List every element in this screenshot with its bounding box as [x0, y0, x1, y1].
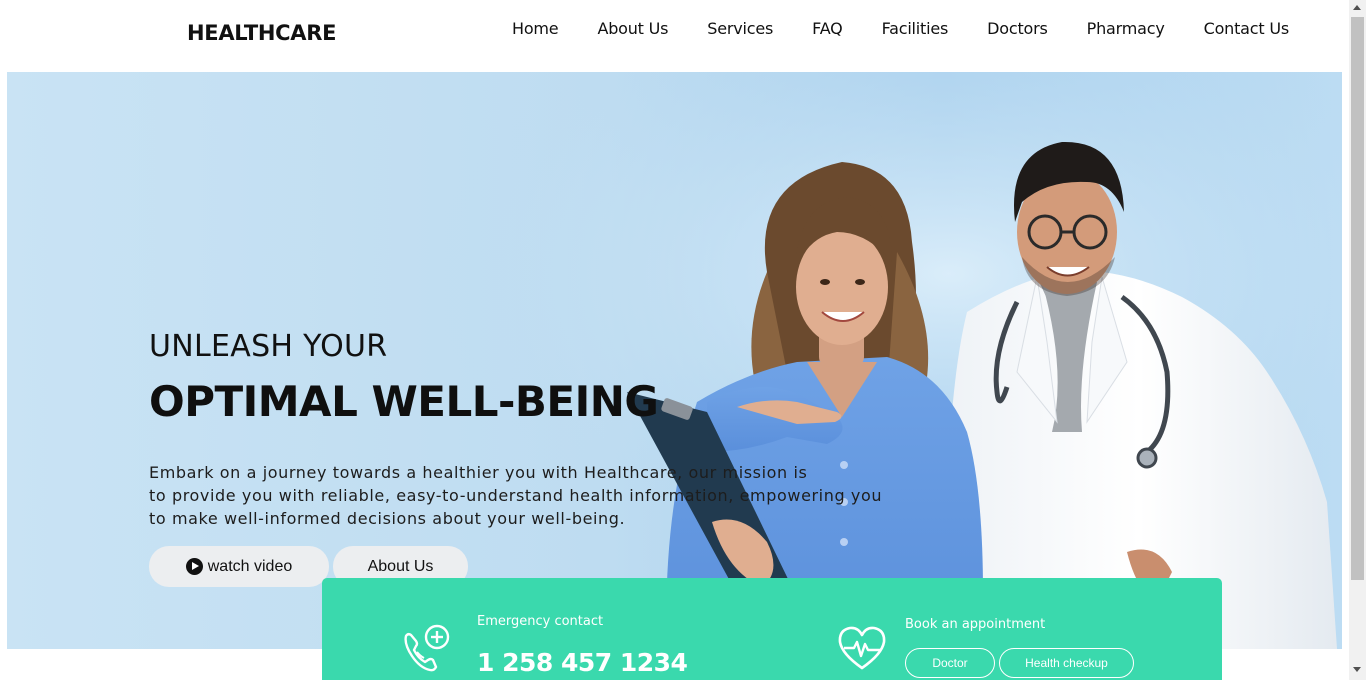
hero-kicker: UNLEASH YOUR [149, 329, 388, 364]
scroll-up-icon[interactable] [1353, 5, 1361, 10]
main-nav: Home About Us Services FAQ Facilities Do… [512, 19, 1289, 38]
site-header: HEALTHCARE Home About Us Services FAQ Fa… [0, 0, 1348, 72]
page-scrollbar[interactable] [1349, 0, 1366, 680]
watch-video-button[interactable]: watch video [149, 546, 329, 587]
nav-faq[interactable]: FAQ [812, 19, 843, 38]
book-health-checkup-button[interactable]: Health checkup [999, 648, 1134, 678]
site-logo[interactable]: HEALTHCARE [187, 21, 336, 45]
hero-description: Embark on a journey towards a healthier … [149, 461, 889, 530]
nav-facilities[interactable]: Facilities [882, 19, 949, 38]
nav-about-us[interactable]: About Us [597, 19, 668, 38]
hero-description-line: to provide you with reliable, easy-to-un… [149, 486, 883, 505]
book-appointment-label: Book an appointment [905, 617, 1046, 632]
page: HEALTHCARE Home About Us Services FAQ Fa… [0, 0, 1366, 680]
scroll-down-icon[interactable] [1353, 667, 1361, 672]
emergency-contact-label: Emergency contact [477, 614, 604, 629]
nav-contact-us[interactable]: Contact Us [1204, 19, 1290, 38]
hero-description-line: to make well-informed decisions about yo… [149, 509, 626, 528]
play-icon [185, 558, 203, 575]
nav-home[interactable]: Home [512, 19, 559, 38]
hero-description-line: Embark on a journey towards a healthier … [149, 463, 808, 482]
nav-pharmacy[interactable]: Pharmacy [1087, 19, 1165, 38]
scrollbar-thumb[interactable] [1351, 17, 1364, 580]
hero-section: UNLEASH YOUR OPTIMAL WELL-BEING Embark o… [7, 72, 1342, 649]
phone-plus-icon [404, 624, 450, 672]
watch-video-label: watch video [207, 557, 293, 575]
heartbeat-icon [838, 626, 886, 670]
nav-services[interactable]: Services [707, 19, 773, 38]
contact-panel: Emergency contact 1 258 457 1234 Book an… [322, 578, 1222, 680]
book-doctor-button[interactable]: Doctor [905, 648, 995, 678]
hero-headline: OPTIMAL WELL-BEING [149, 377, 659, 426]
emergency-phone-number[interactable]: 1 258 457 1234 [477, 648, 688, 677]
nav-doctors[interactable]: Doctors [987, 19, 1048, 38]
